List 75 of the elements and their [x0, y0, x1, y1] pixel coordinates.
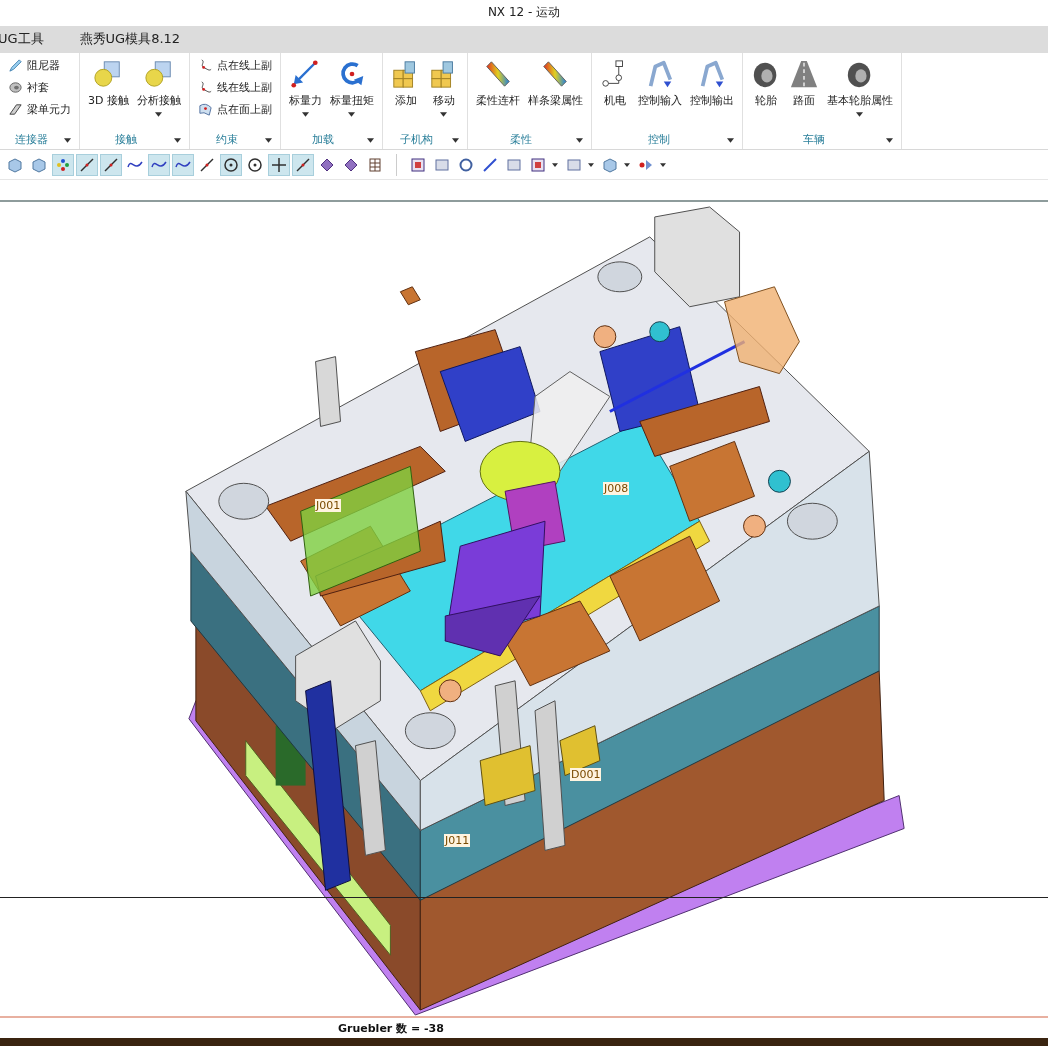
cube-icon [31, 156, 47, 173]
ribbon-button[interactable]: 样条梁属性 [525, 56, 585, 110]
group-label: 柔性 [510, 132, 533, 148]
caret-icon[interactable] [64, 137, 71, 143]
group-label: 加载 [312, 132, 335, 148]
ribbon-button[interactable]: 移动 [426, 56, 461, 119]
caret-icon [856, 111, 864, 117]
line-icon [295, 156, 311, 173]
menu-tab[interactable]: 燕秀UG模具8.12 [79, 30, 193, 49]
ribbon-button[interactable]: 点在面上副 [195, 98, 274, 121]
ribbon-button[interactable]: 路面 [786, 56, 821, 110]
caret-icon [440, 111, 448, 117]
ribbon-button[interactable]: 衬套 [6, 76, 51, 99]
ribbon-button[interactable]: 线在线上副 [195, 76, 274, 99]
toolbar-button[interactable] [172, 153, 194, 176]
ring-icon [8, 80, 23, 96]
group-label: 子机构 [400, 132, 434, 148]
group-label: 约束 [215, 132, 238, 148]
sphere-icon [143, 58, 174, 89]
caret-icon [155, 111, 163, 117]
caret-icon[interactable] [575, 137, 583, 143]
caret-icon [348, 111, 356, 117]
joint-label: J008 [603, 482, 630, 496]
ribbon-button[interactable]: 梁单元力 [6, 98, 73, 121]
circle-icon [247, 156, 263, 173]
caret-icon[interactable] [173, 137, 181, 143]
road-icon [788, 58, 819, 89]
joint-label: J011 [444, 834, 471, 848]
caret-icon [660, 162, 666, 167]
cube-icon [602, 156, 618, 173]
toolbar-button[interactable] [148, 153, 170, 176]
ribbon-button[interactable]: 轮胎 [748, 56, 783, 110]
caret-icon[interactable] [885, 137, 893, 143]
toolbar-button[interactable] [268, 153, 290, 176]
ribbon-button[interactable]: 柔性连杆 [473, 56, 522, 110]
ribbon-button[interactable]: 控制输入 [635, 56, 684, 110]
cube-icon [7, 156, 23, 173]
circle-icon [458, 156, 474, 173]
caret-icon [301, 111, 309, 117]
menu-tab[interactable]: UG工具 [0, 30, 56, 49]
ribbon-button[interactable]: 添加 [388, 56, 423, 110]
group-label: 接触 [115, 132, 138, 148]
ribbon-button[interactable]: 标量力 [286, 56, 324, 119]
group-label: 车辆 [802, 132, 825, 148]
caret-icon [624, 162, 630, 167]
ribbon-button[interactable]: 控制输出 [687, 56, 736, 110]
plus-icon [271, 156, 287, 173]
toolbar-button[interactable] [220, 153, 242, 176]
caret-icon [588, 162, 594, 167]
ribbon-button[interactable]: 分析接触 [134, 56, 183, 119]
caret-icon[interactable] [366, 137, 374, 143]
joint-label: D001 [570, 768, 602, 782]
arrow-icon [290, 58, 321, 89]
beam-icon [8, 102, 23, 118]
pencil-icon [8, 58, 23, 74]
circle-icon [223, 156, 239, 173]
line-icon [103, 156, 119, 173]
status-text: Gruebler 数 = -38 [338, 1020, 444, 1036]
ribbon-button[interactable]: 阻尼器 [6, 54, 62, 77]
caret-icon [552, 162, 558, 167]
group-label: 连接器 [15, 132, 48, 148]
line-icon [482, 156, 498, 173]
ribbon-button[interactable]: 标量扭矩 [327, 56, 376, 119]
ribbon-button[interactable]: 机电 [597, 56, 632, 110]
group-label: 控制 [647, 132, 670, 148]
line-icon [79, 156, 95, 173]
caret-icon[interactable] [451, 137, 459, 143]
joint-label: J001 [315, 499, 342, 513]
ribbon-button[interactable]: 基本轮胎属性 [824, 56, 895, 119]
caret-icon[interactable] [264, 137, 272, 143]
window-title: NX 12 - 运动 [487, 4, 561, 22]
line-icon [199, 156, 215, 173]
ribbon-button[interactable]: 点在线上副 [195, 54, 274, 77]
ribbon-button[interactable]: 3D 接触 [86, 56, 131, 110]
caret-icon[interactable] [726, 137, 734, 143]
